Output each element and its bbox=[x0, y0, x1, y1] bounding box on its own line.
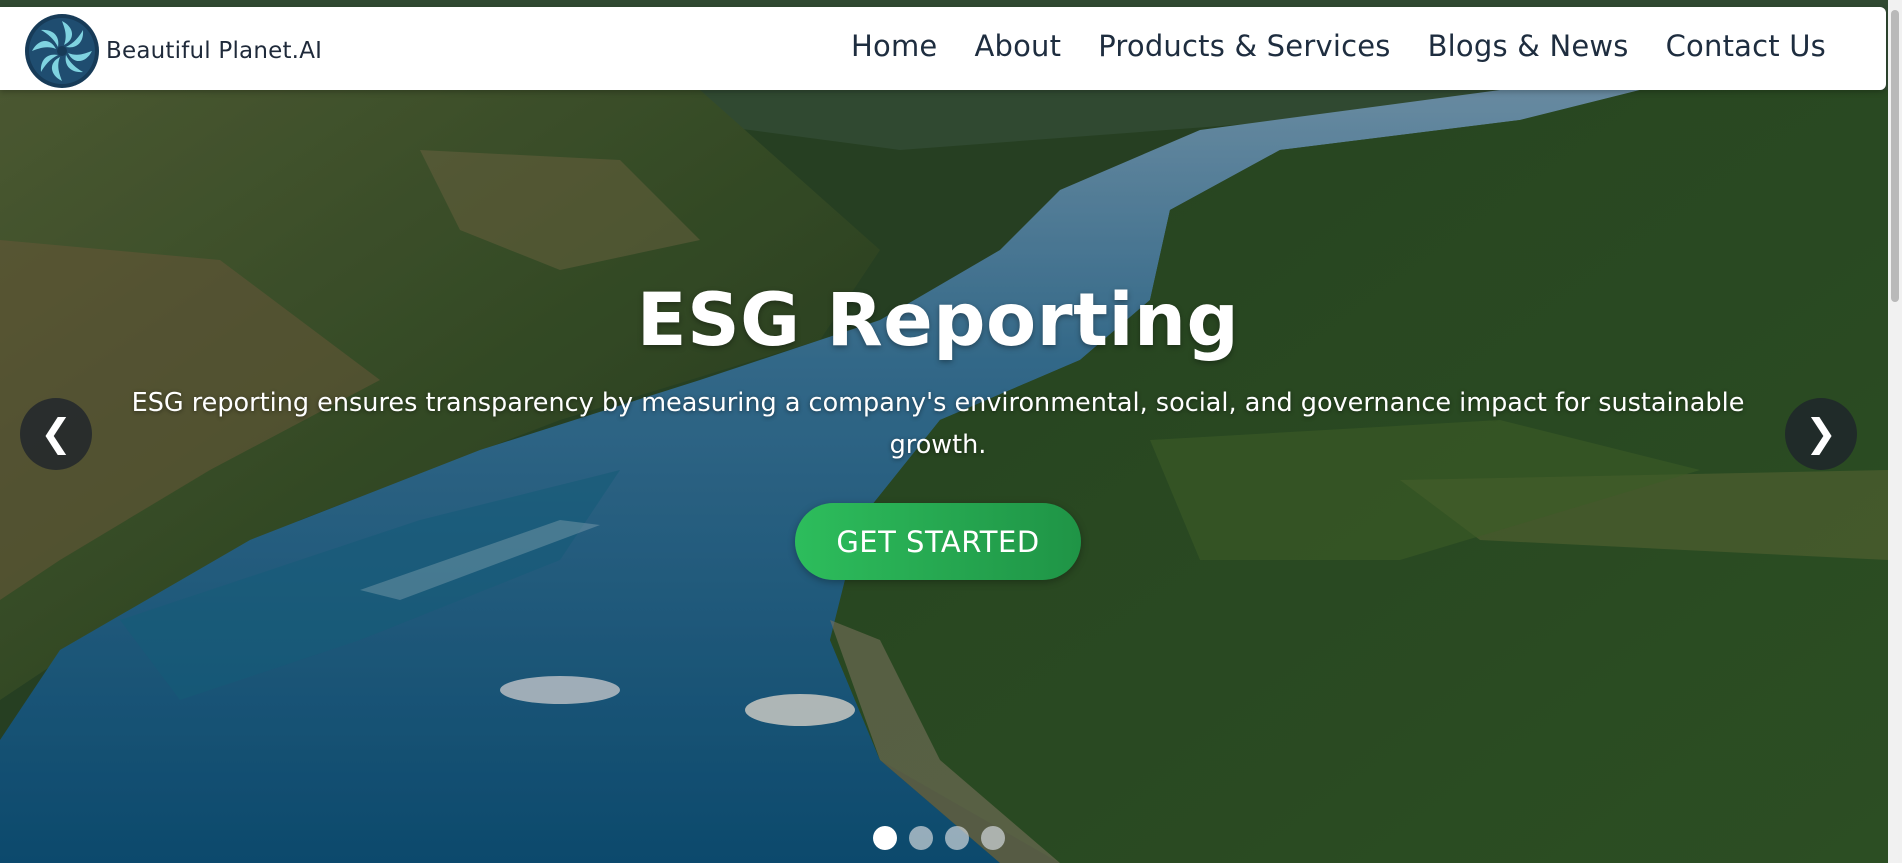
carousel-dot-2[interactable] bbox=[909, 826, 933, 850]
top-navbar: Beautiful Planet.AI Home About Products … bbox=[0, 7, 1886, 90]
nav-products-services[interactable]: Products & Services bbox=[1098, 29, 1390, 63]
nav-home[interactable]: Home bbox=[851, 29, 937, 63]
get-started-button[interactable]: GET STARTED bbox=[795, 503, 1081, 580]
carousel-prev-button[interactable]: ❮ bbox=[20, 398, 92, 470]
hero-title: ESG Reporting bbox=[636, 278, 1240, 363]
brand-name: Beautiful Planet.AI bbox=[106, 38, 323, 64]
nav-blogs-news[interactable]: Blogs & News bbox=[1428, 29, 1629, 63]
main-nav: Home About Products & Services Blogs & N… bbox=[851, 29, 1826, 63]
chevron-right-icon: ❯ bbox=[1805, 411, 1837, 455]
nav-about[interactable]: About bbox=[974, 29, 1061, 63]
swirl-logo-icon bbox=[25, 14, 99, 88]
carousel-indicators bbox=[873, 826, 1005, 850]
brand-logo-link[interactable]: Beautiful Planet.AI bbox=[24, 13, 322, 89]
nav-contact-us[interactable]: Contact Us bbox=[1666, 29, 1826, 63]
hero-description: ESG reporting ensures transparency by me… bbox=[131, 388, 1745, 460]
carousel-dot-3[interactable] bbox=[945, 826, 969, 850]
chevron-left-icon: ❮ bbox=[40, 411, 72, 455]
carousel-next-button[interactable]: ❯ bbox=[1785, 398, 1857, 470]
carousel-dot-4[interactable] bbox=[981, 826, 1005, 850]
scrollbar-thumb[interactable] bbox=[1891, 10, 1899, 302]
page-scrollbar[interactable] bbox=[1888, 0, 1902, 863]
carousel-dot-1[interactable] bbox=[873, 826, 897, 850]
